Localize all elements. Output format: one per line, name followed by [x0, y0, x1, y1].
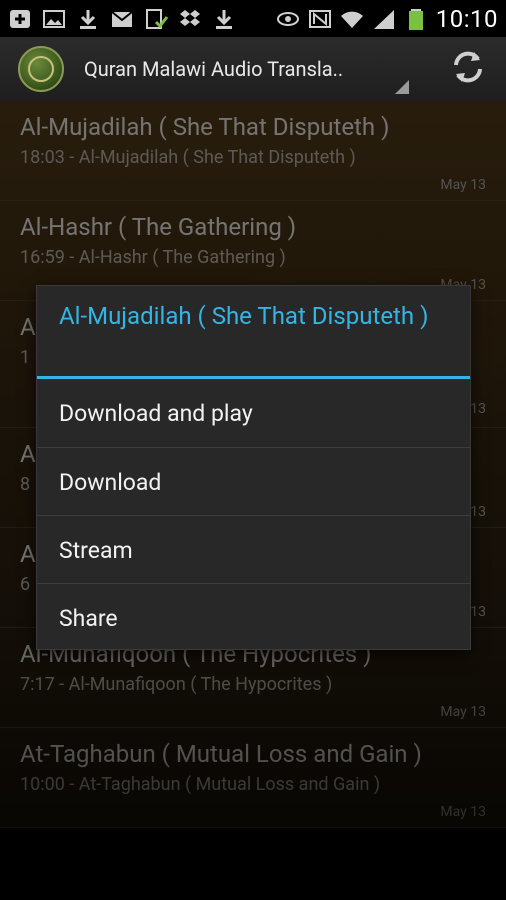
wifi-icon [340, 8, 364, 30]
clock: 10:10 [435, 4, 498, 33]
plus-icon [8, 8, 32, 30]
download-and-play-option[interactable]: Download and play [37, 379, 470, 447]
gmail-icon [110, 8, 134, 30]
nfc-icon [308, 8, 332, 30]
bottom-empty-area [0, 828, 506, 900]
dropbox-icon [178, 8, 202, 30]
action-bar: Quran Malawi Audio Transla.. [0, 37, 506, 103]
image-icon [42, 8, 66, 30]
stream-option[interactable]: Stream [37, 516, 470, 584]
share-option[interactable]: Share [37, 584, 470, 652]
battery-icon [404, 8, 428, 30]
app-icon[interactable] [18, 46, 64, 92]
spinner-indicator-icon [395, 80, 409, 94]
app-title-spinner[interactable]: Quran Malawi Audio Transla.. [84, 57, 394, 81]
download-icon [76, 8, 100, 30]
check-clipboard-icon [144, 8, 168, 30]
status-bar: 10:10 [0, 0, 506, 37]
signal-icon [372, 8, 396, 30]
context-menu-dialog: Al-Mujadilah ( She That Disputeth ) Down… [36, 285, 471, 650]
refresh-icon[interactable] [448, 47, 488, 87]
download-icon-2 [212, 8, 236, 30]
eye-icon [276, 8, 300, 30]
dialog-title: Al-Mujadilah ( She That Disputeth ) [59, 302, 429, 330]
download-option[interactable]: Download [37, 448, 470, 516]
